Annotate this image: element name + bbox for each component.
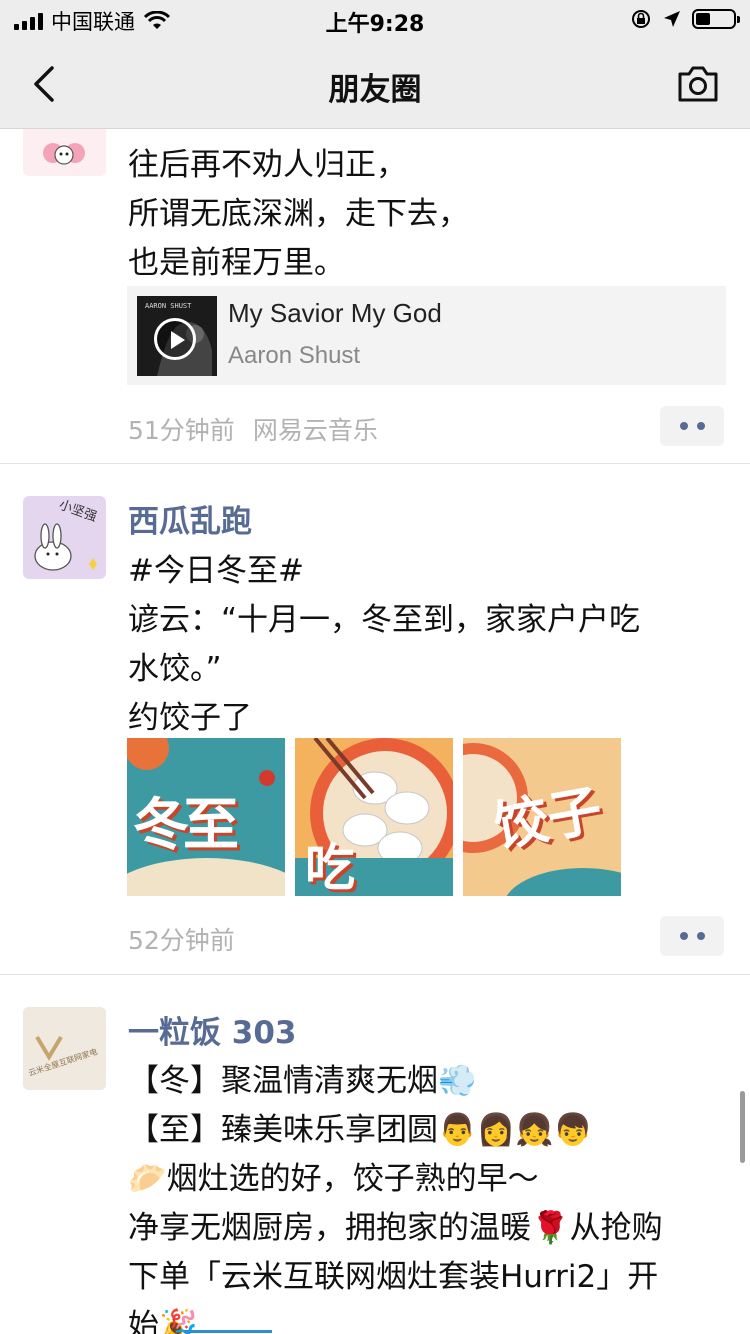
post-text-line: 🥟烟灶选的好，饺子熟的早～ bbox=[128, 1161, 539, 1197]
post-text: #今日冬至# 谚云：“十月一，冬至到，家家户户吃 水饺。” 约饺子了 bbox=[128, 547, 728, 743]
location-arrow-icon bbox=[664, 11, 680, 27]
album-cover: AARON SHUST bbox=[137, 296, 217, 376]
play-icon[interactable] bbox=[154, 318, 196, 360]
post-text-line: 约饺子了 bbox=[128, 700, 252, 736]
link-underline bbox=[184, 1330, 272, 1333]
post-text-line: 水饺。” bbox=[128, 651, 222, 687]
page-title: 朋友圈 bbox=[328, 72, 422, 108]
post-image[interactable]: 吃 bbox=[295, 738, 453, 896]
post-time: 52分钟前 bbox=[128, 921, 235, 957]
avatar[interactable] bbox=[23, 129, 106, 176]
status-right bbox=[630, 8, 740, 30]
post-timestamp: 52分钟前 bbox=[128, 926, 235, 955]
post-text: 往后再不劝人归正， 所谓无底深渊，走下去， 也是前程万里。 bbox=[128, 141, 728, 288]
scrollbar[interactable] bbox=[740, 1091, 745, 1163]
music-artist: Aaron Shust bbox=[228, 342, 361, 369]
status-bar: 中国联通 上午9:28 bbox=[0, 0, 750, 40]
post-text-line: #今日冬至# bbox=[128, 553, 304, 589]
post-timestamp: 51分钟前 bbox=[128, 416, 235, 445]
post-text-line: 谚云：“十月一，冬至到，家家户户吃 bbox=[128, 602, 641, 638]
post-time: 51分钟前 网易云音乐 bbox=[128, 411, 378, 447]
post-text-line: 也是前程万里。 bbox=[128, 245, 345, 281]
more-actions-button[interactable] bbox=[660, 406, 724, 446]
post-author-name[interactable]: 西瓜乱跑 bbox=[128, 496, 252, 541]
battery-icon bbox=[692, 9, 740, 29]
post-text-line: 【至】臻美味乐享团圆👨👩👧👦 bbox=[128, 1112, 593, 1148]
avatar[interactable]: 小坚强 bbox=[23, 496, 106, 579]
divider bbox=[0, 463, 750, 464]
more-actions-button[interactable] bbox=[660, 916, 724, 956]
music-title: My Savior My God bbox=[228, 298, 442, 328]
post-text-line: 下单「云米互联网烟灶套装Hurri2」开 bbox=[128, 1259, 659, 1295]
moments-feed[interactable]: 往后再不劝人归正， 所谓无底深渊，走下去， 也是前程万里。 AARON SHUS… bbox=[0, 129, 750, 1334]
post-image[interactable]: 冬至 bbox=[127, 738, 285, 896]
post-text-line: 净享无烟厨房，拥抱家的温暖🌹从抢购 bbox=[128, 1210, 663, 1246]
post-text-line: 所谓无底深渊，走下去， bbox=[128, 196, 469, 232]
post-text-line: 【冬】聚温情清爽无烟💨 bbox=[128, 1063, 477, 1099]
nav-bar: 朋友圈 bbox=[0, 40, 750, 129]
post-image-text: 冬至 bbox=[133, 793, 239, 858]
post-text-line: 往后再不劝人归正， bbox=[128, 147, 407, 183]
avatar[interactable]: 云米全屋互联网家电 bbox=[23, 1007, 106, 1090]
divider bbox=[0, 974, 750, 975]
post-image-text: 吃 bbox=[305, 839, 355, 896]
post-source[interactable]: 网易云音乐 bbox=[253, 416, 378, 445]
post-image[interactable]: 饺子 bbox=[463, 738, 621, 896]
post-author-name[interactable]: 一粒饭 303 bbox=[128, 1007, 297, 1052]
rotation-lock-icon bbox=[632, 10, 650, 28]
music-share-card[interactable]: AARON SHUST My Savior My God Aaron Shust bbox=[127, 286, 726, 385]
camera-icon[interactable] bbox=[676, 64, 720, 104]
post-text: 【冬】聚温情清爽无烟💨 【至】臻美味乐享团圆👨👩👧👦 🥟烟灶选的好，饺子熟的早～… bbox=[128, 1057, 728, 1334]
